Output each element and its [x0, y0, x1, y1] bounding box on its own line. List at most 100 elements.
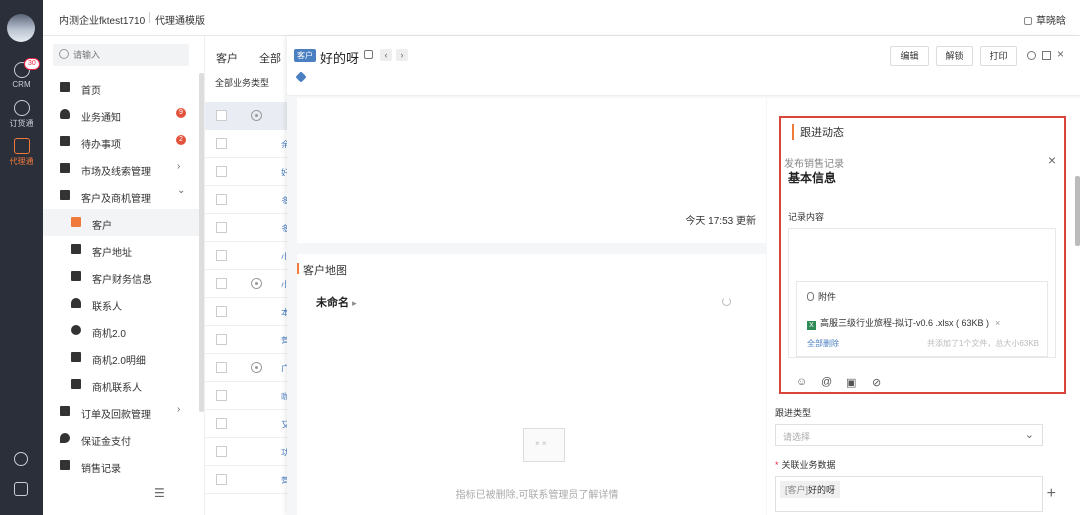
- row-checkbox[interactable]: [216, 222, 227, 233]
- row-checkbox[interactable]: [216, 278, 227, 289]
- map-unnamed-label[interactable]: 未命名 ▸: [316, 294, 357, 310]
- table-row[interactable]: 好: [205, 158, 287, 186]
- sidebar-item-opportunity-detail[interactable]: 商机2.0明细: [43, 344, 199, 371]
- table-row[interactable]: 功: [205, 438, 287, 466]
- sidebar-search[interactable]: [53, 44, 189, 66]
- row-checkbox[interactable]: [216, 250, 227, 261]
- prev-record-button[interactable]: ‹: [380, 49, 392, 61]
- top-bar: 内测企业fktest1710 代理通模版 草晓晗: [43, 0, 1080, 36]
- image-icon[interactable]: ▣: [846, 376, 856, 389]
- select-all-checkbox[interactable]: [216, 110, 227, 121]
- flag-icon: [60, 460, 70, 470]
- table-row[interactable]: 本: [205, 298, 287, 326]
- sidebar-item-todo[interactable]: 待办事项 2: [43, 128, 199, 155]
- sidebar-item-customer-address[interactable]: 客户地址: [43, 236, 199, 263]
- attachment-box: 附件 X 高服三级行业旅程-拟订-v0.6 .xlsx ( 63KB ) × 全部删…: [796, 281, 1048, 357]
- print-button[interactable]: 打印: [980, 46, 1017, 66]
- sidebar-item-home[interactable]: 首页: [43, 74, 199, 101]
- sidebar-item-sales-record[interactable]: 销售记录: [43, 452, 199, 479]
- row-checkbox[interactable]: [216, 418, 227, 429]
- emoji-icon[interactable]: ☺: [796, 376, 807, 388]
- table-row[interactable]: 多: [205, 186, 287, 214]
- flag-icon: [71, 379, 81, 389]
- user-manage-icon[interactable]: [14, 482, 28, 496]
- paperclip-icon: [807, 292, 814, 301]
- rail-item-agent[interactable]: 代理通: [0, 138, 43, 167]
- tab-all[interactable]: 全部: [259, 50, 281, 66]
- current-user[interactable]: 草晓晗: [1024, 12, 1066, 27]
- sidebar-item-marketing[interactable]: 市场及线索管理 ›: [43, 155, 199, 182]
- row-checkbox[interactable]: [216, 390, 227, 401]
- tab-customer[interactable]: 客户: [216, 50, 238, 66]
- collapse-menu-icon[interactable]: ☰: [154, 486, 165, 500]
- rail-item-crm[interactable]: CRM 30: [0, 58, 43, 89]
- table-row[interactable]: 多: [205, 214, 287, 242]
- customer-list: 客户 全部 全部业务类型 余好多多小小本营广咖又功营: [205, 36, 287, 515]
- deposit-icon: [60, 433, 70, 443]
- refresh-icon[interactable]: [1027, 51, 1036, 60]
- table-row[interactable]: 广: [205, 354, 287, 382]
- sidebar-item-contacts[interactable]: 联系人: [43, 290, 199, 317]
- row-checkbox[interactable]: [216, 446, 227, 457]
- sidebar-item-opportunity[interactable]: 商机2.0: [43, 317, 199, 344]
- sidebar-scrollbar[interactable]: [199, 73, 204, 412]
- row-status-icon: [251, 362, 262, 373]
- record-type-tag: 客户: [294, 49, 316, 62]
- next-record-button[interactable]: ›: [396, 49, 408, 61]
- table-row[interactable]: 营: [205, 466, 287, 494]
- delete-all-link[interactable]: 全部删除: [807, 338, 839, 349]
- row-checkbox[interactable]: [216, 166, 227, 177]
- attachment-file[interactable]: X 高服三级行业旅程-拟订-v0.6 .xlsx ( 63KB ) ×: [807, 316, 1000, 330]
- sidebar-item-label: 业务通知: [81, 113, 121, 124]
- unlock-button[interactable]: 解锁: [936, 46, 973, 66]
- close-icon[interactable]: ×: [1048, 152, 1056, 168]
- sidebar-item-customer[interactable]: 客户: [43, 209, 199, 236]
- sidebar-item-customer-finance[interactable]: 客户财务信息: [43, 263, 199, 290]
- row-checkbox[interactable]: [216, 306, 227, 317]
- required-marker: *: [775, 460, 779, 470]
- business-type-filter[interactable]: 全部业务类型: [215, 76, 269, 89]
- row-checkbox[interactable]: [216, 138, 227, 149]
- detail-scrollbar[interactable]: [1075, 176, 1080, 246]
- follow-type-select[interactable]: 请选择 ⌄: [775, 424, 1043, 446]
- rail-item-order[interactable]: 订货通: [0, 100, 43, 129]
- row-checkbox[interactable]: [216, 474, 227, 485]
- record-content-editor[interactable]: 附件 X 高服三级行业旅程-拟订-v0.6 .xlsx ( 63KB ) × 全部删…: [788, 228, 1056, 358]
- sidebar-item-opportunity-contacts[interactable]: 商机联系人: [43, 371, 199, 398]
- table-row[interactable]: 小: [205, 270, 287, 298]
- sidebar-item-deposit[interactable]: 保证金支付: [43, 425, 199, 452]
- sidebar-item-orders[interactable]: 订单及回款管理 ›: [43, 398, 199, 425]
- table-row[interactable]: 咖: [205, 382, 287, 410]
- close-icon[interactable]: ×: [1057, 47, 1064, 61]
- add-related-button[interactable]: +: [1047, 485, 1056, 503]
- finance-icon: [71, 271, 81, 281]
- sidebar-item-label: 客户: [92, 221, 112, 232]
- avatar[interactable]: [7, 14, 35, 42]
- row-checkbox[interactable]: [216, 334, 227, 345]
- sidebar-item-notifications[interactable]: 业务通知 9: [43, 101, 199, 128]
- sidebar-item-label: 首页: [81, 86, 101, 97]
- edit-button[interactable]: 编辑: [890, 46, 929, 66]
- table-row[interactable]: 余: [205, 130, 287, 158]
- table-row[interactable]: 小: [205, 242, 287, 270]
- sidebar-item-label: 联系人: [92, 302, 122, 313]
- mention-icon[interactable]: @: [821, 376, 832, 388]
- follow-up-column: 跟进动态 发布销售记录 × 基本信息 记录内容 附件 X 高服三级行业旅程-拟订-…: [767, 98, 1080, 515]
- table-row[interactable]: 又: [205, 410, 287, 438]
- contact-icon: [71, 298, 81, 308]
- row-checkbox[interactable]: [216, 194, 227, 205]
- attachment-icon[interactable]: ⊘: [872, 376, 881, 389]
- sidebar-item-customer-group[interactable]: 客户及商机管理 ⌄: [43, 182, 199, 209]
- remove-file-icon[interactable]: ×: [995, 318, 1000, 328]
- tag-icon[interactable]: [295, 71, 307, 83]
- related-data-field[interactable]: [客户]好的呀 +: [775, 476, 1056, 512]
- table-row[interactable]: 营: [205, 326, 287, 354]
- excel-file-icon: X: [807, 321, 816, 330]
- fullscreen-icon[interactable]: [1042, 51, 1051, 60]
- row-checkbox[interactable]: [216, 362, 227, 373]
- search-input[interactable]: [73, 47, 183, 63]
- settings-icon[interactable]: [14, 452, 28, 466]
- todo-badge: 2: [176, 135, 186, 145]
- user-icon: [1024, 17, 1032, 25]
- related-record-chip[interactable]: [客户]好的呀: [780, 481, 841, 498]
